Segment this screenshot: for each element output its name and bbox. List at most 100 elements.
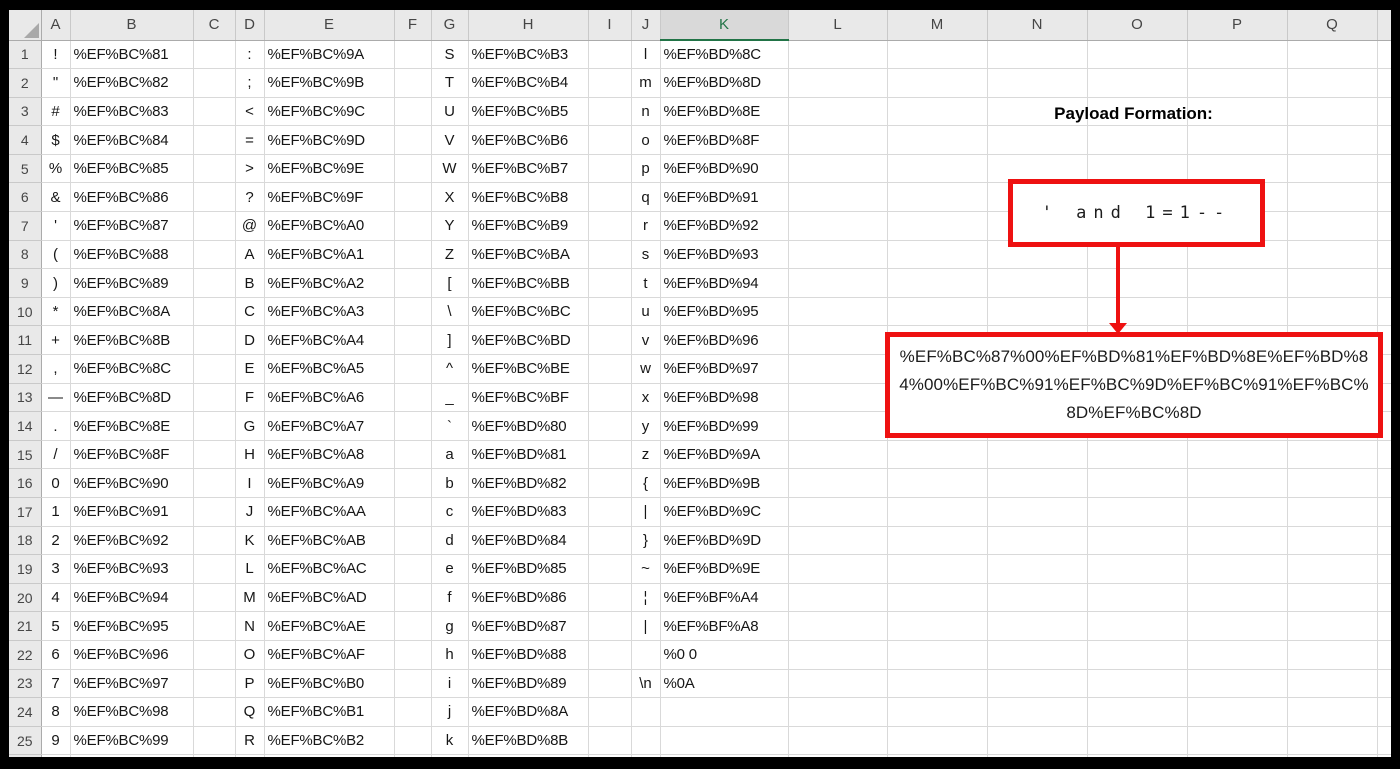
cell-A4[interactable]: $ <box>41 125 71 155</box>
cell-L4[interactable] <box>788 125 888 155</box>
column-header-K[interactable]: K <box>660 10 789 41</box>
cell-F2[interactable] <box>394 68 432 98</box>
cell-K3[interactable]: %EF%BD%8E <box>660 97 789 127</box>
cell-D24[interactable]: Q <box>235 697 265 727</box>
cell-G2[interactable]: T <box>431 68 469 98</box>
row-header-2[interactable]: 2 <box>9 68 42 98</box>
cell-E13[interactable]: %EF%BC%A6 <box>264 383 395 413</box>
cell-H23[interactable]: %EF%BD%89 <box>468 669 589 699</box>
cell-P18[interactable] <box>1187 526 1288 556</box>
cell-F12[interactable] <box>394 354 432 384</box>
cell-F25[interactable] <box>394 726 432 756</box>
cell-B17[interactable]: %EF%BC%91 <box>70 497 194 527</box>
cell-D10[interactable]: C <box>235 297 265 327</box>
cell-A23[interactable]: 7 <box>41 669 71 699</box>
cell-C24[interactable] <box>193 697 236 727</box>
cell-G17[interactable]: c <box>431 497 469 527</box>
cell-J23[interactable]: \n <box>631 669 661 699</box>
cell-D6[interactable]: ? <box>235 182 265 213</box>
cell-H26[interactable] <box>468 754 589 757</box>
cell-P15[interactable] <box>1187 440 1288 470</box>
cell-N23[interactable] <box>987 669 1088 699</box>
cell-O2[interactable] <box>1087 68 1188 98</box>
cell-G4[interactable]: V <box>431 125 469 155</box>
cell-G5[interactable]: W <box>431 154 469 184</box>
cell-M15[interactable] <box>887 440 988 470</box>
cell-I9[interactable] <box>588 268 632 298</box>
cell-I2[interactable] <box>588 68 632 98</box>
cell-B23[interactable]: %EF%BC%97 <box>70 669 194 699</box>
select-all-corner[interactable] <box>9 10 42 41</box>
cell-J26[interactable] <box>631 754 661 757</box>
cell-M19[interactable] <box>887 554 988 584</box>
cell-F19[interactable] <box>394 554 432 584</box>
cell-P25[interactable] <box>1187 726 1288 756</box>
cell-partial-17[interactable] <box>1377 497 1391 527</box>
cell-C20[interactable] <box>193 583 236 613</box>
cell-E23[interactable]: %EF%BC%B0 <box>264 669 395 699</box>
cell-E15[interactable]: %EF%BC%A8 <box>264 440 395 470</box>
cell-D16[interactable]: I <box>235 468 265 498</box>
cell-M5[interactable] <box>887 154 988 184</box>
cell-A16[interactable]: 0 <box>41 468 71 498</box>
cell-C2[interactable] <box>193 68 236 98</box>
cell-G7[interactable]: Y <box>431 211 469 241</box>
cell-C3[interactable] <box>193 97 236 127</box>
cell-N18[interactable] <box>987 526 1088 556</box>
cell-O10[interactable] <box>1087 297 1188 327</box>
cell-N21[interactable] <box>987 611 1088 641</box>
cell-M16[interactable] <box>887 468 988 498</box>
cell-J13[interactable]: x <box>631 383 661 413</box>
cell-P1[interactable] <box>1187 40 1288 70</box>
cell-J3[interactable]: n <box>631 97 661 127</box>
cell-J14[interactable]: y <box>631 411 661 441</box>
cell-O23[interactable] <box>1087 669 1188 699</box>
cell-G22[interactable]: h <box>431 640 469 670</box>
row-header-7[interactable]: 7 <box>9 211 42 241</box>
column-header-A[interactable]: A <box>41 10 71 41</box>
cell-I10[interactable] <box>588 297 632 327</box>
cell-A25[interactable]: 9 <box>41 726 71 756</box>
cell-E4[interactable]: %EF%BC%9D <box>264 125 395 155</box>
cell-C9[interactable] <box>193 268 236 298</box>
cell-B11[interactable]: %EF%BC%8B <box>70 325 194 356</box>
cell-F9[interactable] <box>394 268 432 298</box>
cell-partial-1[interactable] <box>1377 40 1391 70</box>
cell-K9[interactable]: %EF%BD%94 <box>660 268 789 298</box>
cell-partial-6[interactable] <box>1377 182 1391 213</box>
cell-G25[interactable]: k <box>431 726 469 756</box>
cell-L8[interactable] <box>788 240 888 270</box>
cell-L23[interactable] <box>788 669 888 699</box>
row-header-8[interactable]: 8 <box>9 240 42 270</box>
cell-B9[interactable]: %EF%BC%89 <box>70 268 194 298</box>
cell-H4[interactable]: %EF%BC%B6 <box>468 125 589 155</box>
cell-K13[interactable]: %EF%BD%98 <box>660 383 789 413</box>
cell-J22[interactable] <box>631 640 661 670</box>
cell-M24[interactable] <box>887 697 988 727</box>
cell-H1[interactable]: %EF%BC%B3 <box>468 40 589 70</box>
cell-D17[interactable]: J <box>235 497 265 527</box>
column-header-O[interactable]: O <box>1087 10 1188 41</box>
column-header-I[interactable]: I <box>588 10 632 41</box>
cell-B10[interactable]: %EF%BC%8A <box>70 297 194 327</box>
cell-E24[interactable]: %EF%BC%B1 <box>264 697 395 727</box>
cell-D2[interactable]: ; <box>235 68 265 98</box>
cell-D20[interactable]: M <box>235 583 265 613</box>
cell-partial-9[interactable] <box>1377 268 1391 298</box>
cell-P23[interactable] <box>1187 669 1288 699</box>
cell-K14[interactable]: %EF%BD%99 <box>660 411 789 441</box>
cell-E19[interactable]: %EF%BC%AC <box>264 554 395 584</box>
cell-H20[interactable]: %EF%BD%86 <box>468 583 589 613</box>
cell-N26[interactable] <box>987 754 1088 757</box>
cell-Q4[interactable] <box>1287 125 1378 155</box>
cell-H6[interactable]: %EF%BC%B8 <box>468 182 589 213</box>
cell-K22[interactable]: %0 0 <box>660 640 789 670</box>
cell-O26[interactable] <box>1087 754 1188 757</box>
cell-D14[interactable]: G <box>235 411 265 441</box>
cell-I1[interactable] <box>588 40 632 70</box>
cell-B18[interactable]: %EF%BC%92 <box>70 526 194 556</box>
cell-H22[interactable]: %EF%BD%88 <box>468 640 589 670</box>
cell-N25[interactable] <box>987 726 1088 756</box>
cell-J10[interactable]: u <box>631 297 661 327</box>
cell-P19[interactable] <box>1187 554 1288 584</box>
